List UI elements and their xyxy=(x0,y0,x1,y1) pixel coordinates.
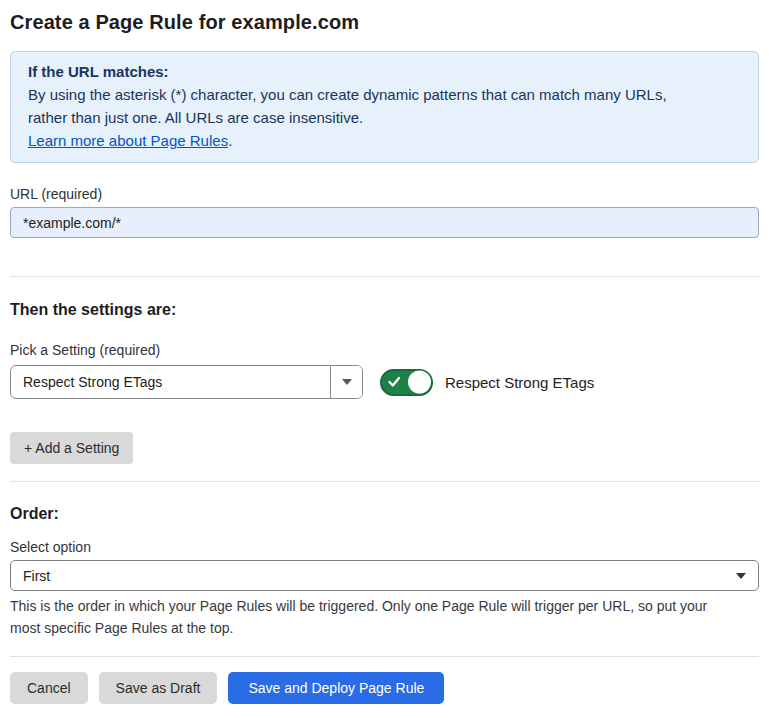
order-help-text: This is the order in which your Page Rul… xyxy=(10,595,730,639)
add-setting-button[interactable]: + Add a Setting xyxy=(10,432,133,464)
order-heading: Order: xyxy=(10,505,759,523)
toggle-knob xyxy=(408,371,431,394)
info-box-heading: If the URL matches: xyxy=(28,60,741,83)
settings-heading: Then the settings are: xyxy=(10,301,759,319)
setting-dropdown-value: Respect Strong ETags xyxy=(11,366,330,398)
page-title: Create a Page Rule for example.com xyxy=(10,0,759,34)
divider xyxy=(10,276,759,277)
save-draft-button[interactable]: Save as Draft xyxy=(99,672,218,704)
order-select[interactable]: First xyxy=(10,560,759,591)
caret-down-icon xyxy=(342,379,352,385)
info-box-link-line: Learn more about Page Rules. xyxy=(28,129,741,152)
setting-dropdown-button[interactable] xyxy=(330,366,362,398)
order-select-value: First xyxy=(11,568,50,584)
divider xyxy=(10,481,759,482)
caret-down-icon xyxy=(736,573,746,579)
divider xyxy=(10,656,759,657)
url-input[interactable] xyxy=(10,207,759,238)
cancel-button[interactable]: Cancel xyxy=(10,672,88,704)
info-box-body: By using the asterisk (*) character, you… xyxy=(28,83,688,129)
footer-actions: Cancel Save as Draft Save and Deploy Pag… xyxy=(10,672,759,704)
pick-setting-label: Pick a Setting (required) xyxy=(10,342,759,358)
check-icon xyxy=(388,377,401,388)
link-suffix: . xyxy=(228,132,232,149)
setting-dropdown[interactable]: Respect Strong ETags xyxy=(10,365,363,399)
select-option-label: Select option xyxy=(10,539,759,555)
toggle-label: Respect Strong ETags xyxy=(445,374,594,391)
url-match-info-box: If the URL matches: By using the asteris… xyxy=(10,51,759,163)
toggle-wrap: Respect Strong ETags xyxy=(380,369,594,396)
url-label: URL (required) xyxy=(10,186,759,202)
page-rule-form: Create a Page Rule for example.com If th… xyxy=(0,0,769,704)
etags-toggle[interactable] xyxy=(380,369,433,396)
setting-row: Respect Strong ETags Respect Strong ETag… xyxy=(10,365,759,399)
learn-more-link[interactable]: Learn more about Page Rules xyxy=(28,132,228,149)
save-deploy-button[interactable]: Save and Deploy Page Rule xyxy=(228,672,444,704)
